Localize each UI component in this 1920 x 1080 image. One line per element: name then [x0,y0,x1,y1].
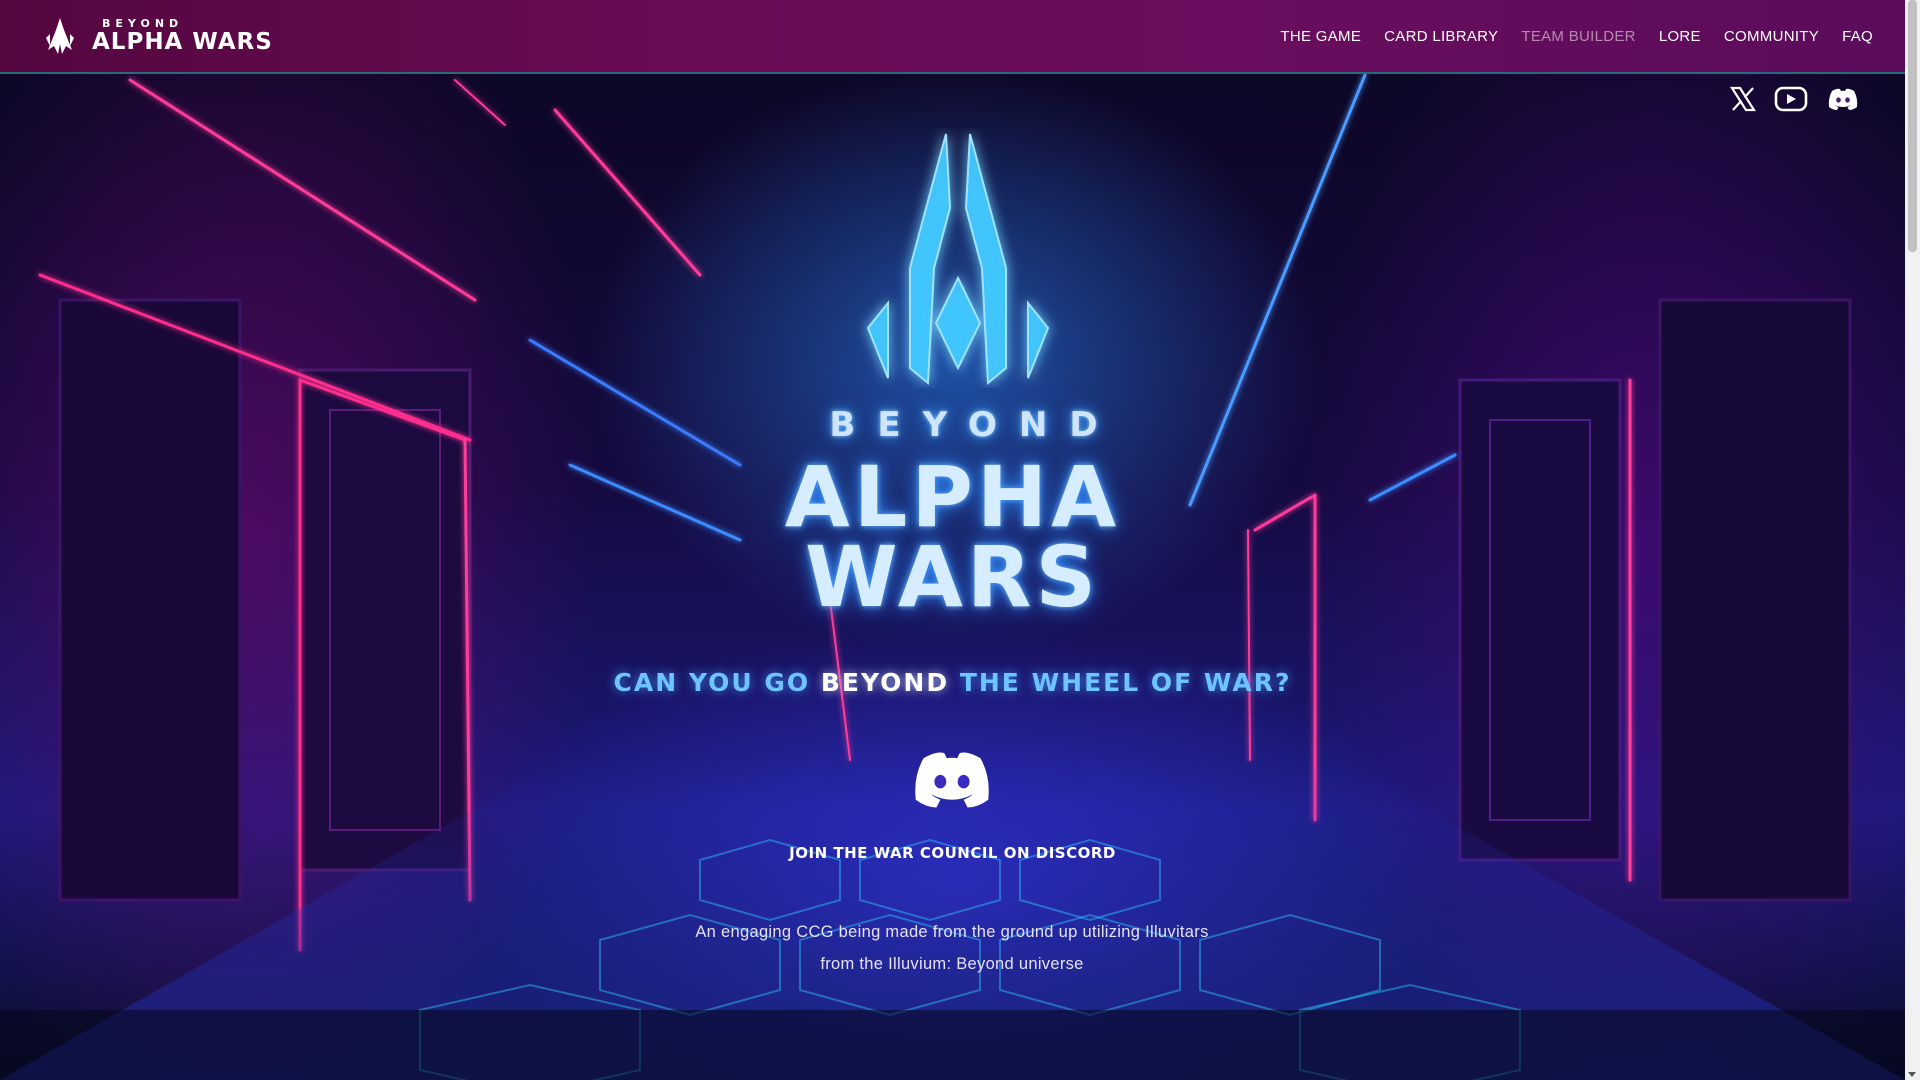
description-line-1: An engaging CCG being made from the grou… [695,923,1209,941]
tagline-pre: CAN YOU GO [613,668,821,697]
brand-wordmark: BEYOND ALPHA WARS [92,18,273,54]
top-navigation-bar: BEYOND ALPHA WARS THE GAME CARD LIBRARY … [0,0,1905,74]
nav-card-library[interactable]: CARD LIBRARY [1384,28,1498,45]
nav-the-game[interactable]: THE GAME [1280,28,1361,45]
alpha-wars-logo-icon [46,18,74,54]
nav-faq[interactable]: FAQ [1842,28,1873,45]
discord-join-icon[interactable] [908,745,996,813]
discord-icon[interactable] [1826,86,1860,116]
hero-title-wars: WARS [804,528,1101,626]
tagline-highlight: BEYOND [820,668,950,697]
hero-title-beyond: BEYOND [829,405,1120,445]
hero-description: An engaging CCG being made from the grou… [652,916,1252,980]
scroll-down-arrow-icon[interactable] [1908,1072,1916,1077]
youtube-icon[interactable] [1774,86,1808,116]
x-icon[interactable] [1729,86,1757,116]
page-scrollbar[interactable] [1905,0,1920,1080]
social-links [1729,86,1860,116]
brand-logo[interactable]: BEYOND ALPHA WARS [42,14,273,58]
brand-small-text: BEYOND [102,17,184,30]
description-line-2: from the Illuvium: Beyond universe [820,955,1084,973]
nav-lore[interactable]: LORE [1659,28,1701,45]
nav-team-builder[interactable]: TEAM BUILDER [1521,28,1635,45]
tagline-post: THE WHEEL OF WAR? [949,668,1292,697]
join-discord-link[interactable]: JOIN THE WAR COUNCIL ON DISCORD [0,844,1905,862]
alpha-wars-emblem-icon [866,133,1050,386]
scrollbar-thumb[interactable] [1908,0,1917,252]
nav-community[interactable]: COMMUNITY [1724,28,1819,45]
hero-tagline: CAN YOU GO BEYOND THE WHEEL OF WAR? [0,668,1905,697]
brand-big-text: ALPHA WARS [92,29,273,55]
main-nav: THE GAME CARD LIBRARY TEAM BUILDER LORE … [1280,0,1873,72]
